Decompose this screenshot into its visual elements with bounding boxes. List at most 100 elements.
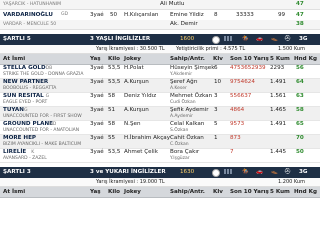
label-3g: 3G — [299, 36, 308, 42]
col-form[interactable]: Son 10 Yarış — [230, 54, 269, 64]
circle-icon — [212, 169, 220, 177]
horse-kilo: 51 — [108, 107, 116, 113]
jockey-name[interactable]: H.İbrahim Akçay — [124, 135, 170, 142]
jockey-icon: 🏇 — [242, 169, 249, 175]
table-row[interactable]: LIRELİE K AVANSARD - ZAZEL 3yaé 53,5 Ahmet Çe… — [0, 149, 320, 163]
jockey-name[interactable]: Ahmet Çelik — [124, 149, 158, 156]
table-row[interactable]: SUN RESITAL G EAGLE EYED - PORT 3yaé 58 Deniz… — [0, 93, 320, 107]
owner-name[interactable]: Emine Yildiz — [170, 10, 204, 20]
horse-name[interactable]: STELLA GOLD — [3, 65, 46, 72]
horse-age: 3yaé — [90, 149, 104, 155]
hnd-value: 58 — [296, 107, 304, 113]
col-age[interactable]: Yaş — [90, 187, 101, 197]
form-value: 556637 — [230, 93, 252, 99]
owner-name[interactable]: Hüseyin Şimşek — [170, 65, 214, 72]
trainer-name[interactable]: Y.Akdemir — [170, 72, 192, 78]
race-label: ŞARTLI 5 — [3, 36, 31, 42]
trainer-name[interactable]: C.Özkan — [170, 142, 189, 148]
col-age[interactable]: Yaş — [90, 54, 101, 64]
owner-name[interactable]: Mehmet Özkan — [170, 93, 212, 100]
hnd-value: 50 — [296, 149, 304, 155]
col-jockey[interactable]: Jokey — [124, 54, 141, 64]
jockey-name[interactable]: A.Kurşun — [124, 79, 149, 86]
kum-value: 1.561 — [270, 93, 287, 99]
col-hnd[interactable]: Hnd Kg — [294, 54, 317, 64]
owner-name[interactable]: Şefik Aydemir — [170, 107, 209, 114]
trainer-name[interactable]: S.Özkan — [170, 128, 188, 134]
col-form[interactable]: Son 10 Yarış — [230, 187, 269, 197]
kum-value: 1.491 — [270, 79, 287, 85]
horse-name[interactable]: LIRELİE — [3, 149, 26, 156]
race-distance: 1.500 Kum — [278, 46, 305, 52]
col-name[interactable]: At İsmi — [3, 54, 25, 64]
jockey-name[interactable]: H.Kılıçarslan — [124, 10, 158, 20]
horse-name[interactable]: TUYAN — [3, 107, 24, 114]
race-header: ŞARTLI 3 3 ve YUKARI İNGİLİZLER 1630 🏇 🚗… — [0, 167, 320, 178]
table-row[interactable]: STELLA GOLD DB STRIKE THE GOLD - DONNA GRA… — [0, 65, 320, 79]
kum-value: 2293 — [270, 65, 285, 71]
col-klv[interactable]: Klv — [213, 187, 223, 197]
prev-owner: Ali Mutlu — [160, 1, 185, 7]
owner-name[interactable]: Celal Kalkan — [170, 121, 204, 128]
prev-horse-pedigree: VARDAR - MENCULE 50 — [3, 22, 57, 27]
horse-name[interactable]: MORE HEP — [3, 135, 36, 142]
horse-pedigree: BIZIM AYANCIKLI - MAKE BALTICUM — [3, 142, 82, 147]
horse-age: 3yaé — [90, 107, 104, 113]
table-row[interactable]: MORE HEP BIZIM AYANCIKLI - MAKE BALTICUM 3… — [0, 135, 320, 149]
jockey-name[interactable]: N.Şen — [124, 121, 141, 128]
horse-name[interactable]: GROUND PLANE — [3, 121, 53, 128]
jockey-name[interactable]: H.Polat — [124, 65, 144, 72]
table-row[interactable]: TUYAN G UNACCOUNTED FOR - FIRST SHOW 3yaé 51… — [0, 107, 320, 121]
bars-icon — [224, 34, 233, 45]
klv-value: 10 — [214, 79, 222, 85]
klv-value: 1 — [214, 135, 218, 141]
horse-pedigree: STRIKE THE GOLD - DONNA GRAZIA — [3, 72, 84, 77]
prev-race-row: YAŞARCIK - HATUNHANIM Ali Mutlu 47 — [0, 0, 320, 10]
trainer-name[interactable]: Cudi Özkan — [170, 100, 196, 106]
class-value: 8 — [214, 12, 218, 18]
owner-name[interactable]: Şeref Ağrı — [170, 79, 198, 86]
col-jockey[interactable]: Jokey — [124, 187, 141, 197]
table-row[interactable]: NEW PARTNER BOOBOLUS - REGGATTA 3yaé 53,5 A.… — [0, 79, 320, 93]
horse-name[interactable]: NEW PARTNER — [3, 79, 48, 86]
form-value: 9573 — [230, 121, 245, 127]
form-value: 9754624 — [230, 79, 255, 85]
entries-list: STELLA GOLD DB STRIKE THE GOLD - DONNA GRA… — [0, 65, 320, 163]
col-klv[interactable]: Klv — [213, 54, 223, 64]
col-owner[interactable]: Sahip/Antr. — [170, 54, 205, 64]
rank-value: 99 — [278, 12, 286, 18]
col-kum[interactable]: 5 Kum — [270, 187, 290, 197]
col-hnd[interactable]: Hnd Kg — [294, 187, 317, 197]
table-row[interactable]: GROUND PLANE GD UNACCOUNTED FOR - ANATOLIA… — [0, 121, 320, 135]
trainer-name[interactable]: Y.Işgüzar — [170, 156, 190, 162]
jockey-name[interactable]: A.Kurşun — [124, 107, 149, 114]
form-value: 33333 — [236, 12, 254, 18]
prev-points: 38 — [296, 21, 304, 27]
shoe-icon: 👞 — [271, 169, 278, 175]
race-info: Yarış İkramiyesi : 30.500 TL Yetiştirici… — [0, 45, 320, 54]
col-name[interactable]: At İsmi — [3, 187, 25, 197]
race-label: ŞARTLI 3 — [3, 169, 31, 175]
horse-name[interactable]: SUN RESITAL — [3, 93, 44, 100]
owner-name[interactable]: Bora Çakır — [170, 149, 199, 156]
col-owner[interactable]: Sahip/Antr. — [170, 187, 205, 197]
trainer-name[interactable]: A.Keser — [170, 86, 187, 92]
horse-pedigree: EAGLE EYED - PORT — [3, 100, 48, 105]
horse-name[interactable]: VARDARINOĞLU — [3, 10, 53, 20]
column-header-row: At İsmi Yaş Kilo Jokey Sahip/Antr. Klv S… — [0, 187, 320, 198]
trainer-name[interactable]: A.Aydemir — [170, 114, 193, 120]
horse-age: 3yaé — [90, 121, 104, 127]
horse-kilo: 53,5 — [108, 65, 121, 71]
col-kilo[interactable]: Kilo — [108, 187, 120, 197]
hnd-value: 64 — [296, 79, 304, 85]
form-value: 873 — [230, 135, 241, 141]
owner-prize: Yetiştiricilik primi : 4.575 TL — [176, 46, 246, 52]
col-kum[interactable]: 5 Kum — [270, 54, 290, 64]
col-kilo[interactable]: Kilo — [108, 54, 120, 64]
jockey-name[interactable]: Deniz Yıldız — [124, 93, 156, 100]
helmet-icon: ⛑ — [284, 169, 292, 175]
owner-name[interactable]: Cahit Özkan — [170, 135, 204, 142]
klv-value: 3 — [214, 93, 218, 99]
shoe-icon: 👞 — [271, 36, 278, 42]
horse-suffix: K — [31, 150, 35, 155]
